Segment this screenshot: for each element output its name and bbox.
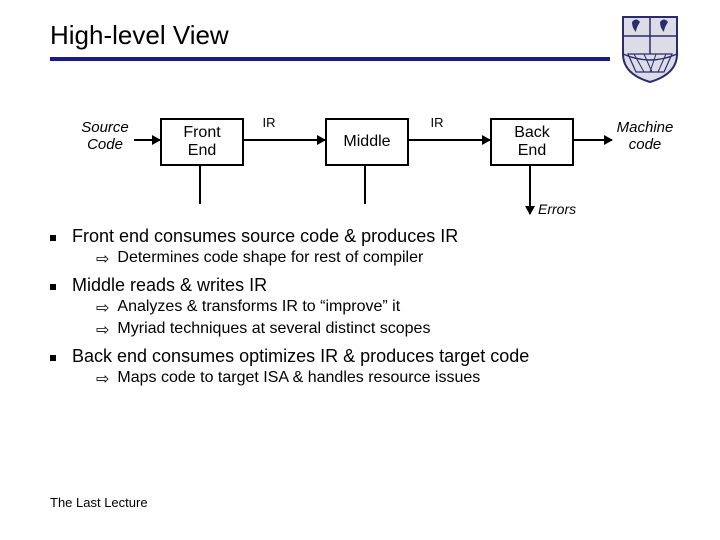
back-end-box: BackEnd (490, 118, 574, 166)
bullet-list: Front end consumes source code & produce… (50, 226, 680, 389)
footer-text: The Last Lecture (50, 495, 148, 510)
title-underline (50, 57, 610, 61)
sub-bullet-item: ⇨ Maps code to target ISA & handles reso… (96, 369, 680, 389)
bullet-dot-icon (50, 284, 56, 290)
arrow-back-to-machine (572, 139, 612, 141)
arrow-middle-to-back (407, 139, 490, 141)
error-line-middle (364, 164, 366, 204)
bullet-text: Front end consumes source code & produce… (72, 226, 458, 247)
bullet-dot-icon (50, 235, 56, 241)
machine-code-label: Machinecode (610, 120, 680, 153)
bullet-item: Front end consumes source code & produce… (50, 226, 680, 247)
bullet-text: Middle reads & writes IR (72, 275, 267, 296)
bullet-item: Back end consumes optimizes IR & produce… (50, 346, 680, 367)
sub-bullet-arrow-icon: ⇨ (96, 369, 109, 389)
sub-bullet-text: Analyzes & transforms IR to “improve” it (117, 298, 400, 316)
sub-bullet-arrow-icon: ⇨ (96, 249, 109, 269)
bullet-dot-icon (50, 355, 56, 361)
ir-label-2: IR (422, 116, 452, 130)
pipeline-diagram: SourceCode FrontEnd IR Middle IR BackEnd… (50, 114, 680, 204)
error-line-front (199, 164, 201, 204)
sub-bullet-text: Maps code to target ISA & handles resour… (117, 369, 480, 387)
sub-bullet-item: ⇨ Analyzes & transforms IR to “improve” … (96, 298, 680, 318)
sub-bullet-text: Determines code shape for rest of compil… (117, 249, 423, 267)
sub-bullet-item: ⇨ Myriad techniques at several distinct … (96, 320, 680, 340)
sub-bullet-text: Myriad techniques at several distinct sc… (117, 320, 430, 338)
ir-label-1: IR (254, 116, 284, 130)
bullet-item: Middle reads & writes IR (50, 275, 680, 296)
sub-bullet-item: ⇨ Determines code shape for rest of comp… (96, 249, 680, 269)
arrow-front-to-middle (242, 139, 325, 141)
bullet-text: Back end consumes optimizes IR & produce… (72, 346, 529, 367)
arrow-source-to-front (134, 139, 160, 141)
source-code-label: SourceCode (75, 120, 135, 153)
error-line-back (529, 164, 531, 214)
page-title: High-level View (50, 20, 610, 51)
middle-box: Middle (325, 118, 409, 166)
sub-bullet-arrow-icon: ⇨ (96, 320, 109, 340)
sub-bullet-arrow-icon: ⇨ (96, 298, 109, 318)
errors-label: Errors (538, 201, 576, 217)
crest-logo (620, 14, 680, 84)
front-end-box: FrontEnd (160, 118, 244, 166)
